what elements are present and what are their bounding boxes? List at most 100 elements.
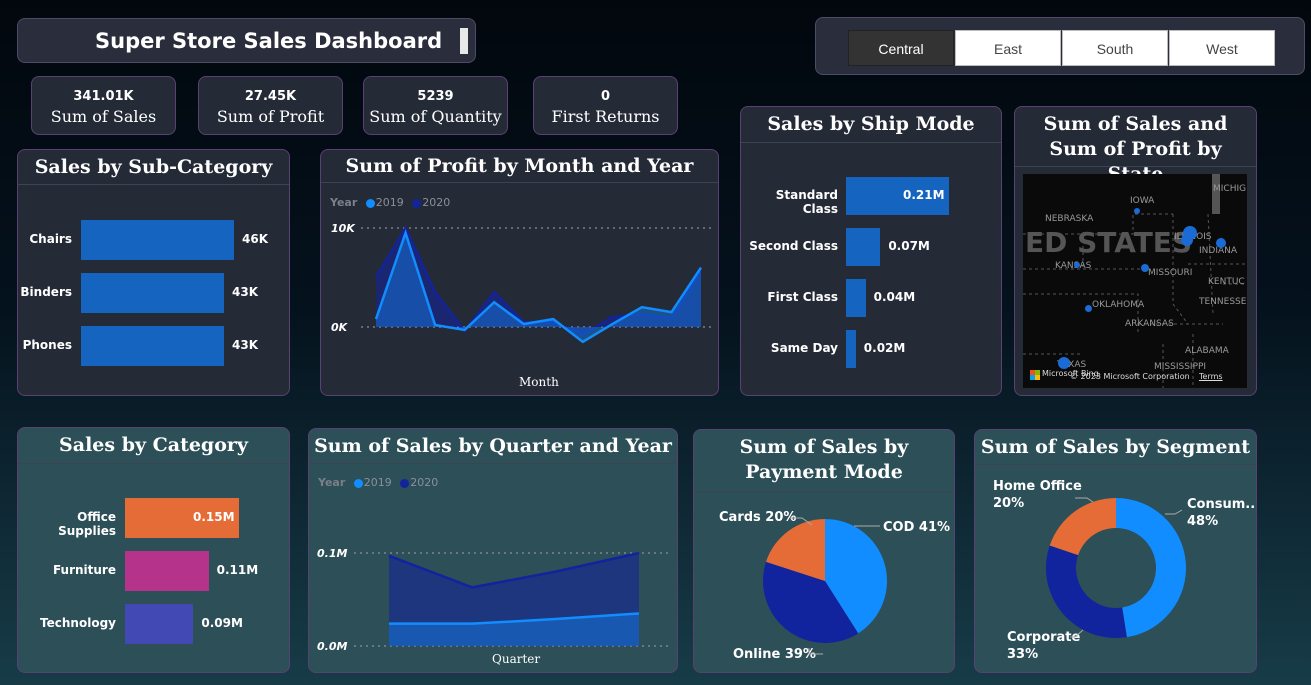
category-panel: Sales by Category Office Supplies 0.15M Fu…: [17, 427, 290, 673]
bar: [125, 551, 209, 591]
slice-homeoffice[interactable]: [1049, 498, 1116, 556]
bar-value-label: 0.15M: [193, 510, 235, 524]
dashboard-title: Super Store Sales Dashboard: [95, 29, 443, 53]
map-state-label: MICHIG: [1213, 184, 1247, 194]
microsoft-logo-icon: [1030, 370, 1040, 380]
slice-label: 20%: [993, 496, 1024, 511]
bar-value-label: 0.04M: [873, 290, 916, 304]
bar-value-label: 0.21M: [903, 188, 945, 202]
x-axis-label: Quarter: [492, 652, 541, 666]
kpi-label: First Returns: [551, 107, 660, 126]
slice-label: 48%: [1187, 514, 1218, 529]
bar: [81, 326, 225, 366]
map-state-label: KENTUC: [1208, 277, 1245, 287]
kpi-value: 27.45K: [244, 89, 297, 104]
slice-label: Cards 20%: [719, 510, 796, 525]
map-bubble[interactable]: [1058, 357, 1070, 369]
bar-value-label: 0.11M: [216, 563, 259, 577]
leader-line: [1165, 509, 1183, 515]
quarter-panel: Sum of Sales by Quarter and Year Year 20…: [308, 428, 678, 673]
region-button-central[interactable]: Central: [848, 30, 954, 66]
map-bubble[interactable]: [1134, 208, 1140, 214]
profit-month-panel: Sum of Profit by Month and Year Year 201…: [320, 149, 719, 396]
slice-consum[interactable]: [1116, 498, 1186, 638]
map-bubble[interactable]: [1074, 262, 1080, 268]
panel-title: Sales by Category: [18, 428, 289, 464]
panel-title: Sales by Sub-Category: [18, 150, 289, 185]
bar-category-label: Binders: [20, 285, 72, 299]
panel-title: Sales by Ship Mode: [741, 107, 1001, 143]
map-bubble[interactable]: [1216, 238, 1226, 248]
title-scrollbar[interactable]: [460, 28, 468, 54]
slice-label: Consum...: [1187, 497, 1257, 512]
kpi-quantity-card: 5239 Sum of Quantity: [363, 76, 508, 135]
slice-label: Home Office: [993, 479, 1082, 494]
y-tick-label: 0K: [331, 321, 349, 334]
bar: [81, 273, 225, 313]
bar-category-label: Furniture: [52, 563, 116, 577]
bar: [81, 220, 234, 260]
bar-category-label: First Class: [767, 290, 838, 304]
kpi-value: 5239: [417, 89, 454, 104]
map-copyright: © 2023 Microsoft Corporation: [1070, 372, 1190, 381]
map-terms-link[interactable]: Terms: [1199, 372, 1223, 381]
region-button-south[interactable]: South: [1062, 30, 1168, 66]
bar: [125, 604, 194, 644]
payment-panel: Sum of Sales by Payment Mode COD 41% Onli…: [693, 429, 955, 673]
bar-category-label: Same Day: [770, 341, 838, 355]
kpi-value: 0: [600, 89, 611, 104]
state-map[interactable]: ED STATES NEBRASKAIOWAKANSASMISSOURIOKLA…: [1023, 174, 1247, 388]
bar-category-label: Second Class: [749, 239, 838, 253]
map-state-label: MISSOURI: [1148, 268, 1193, 278]
state-map-panel: Sum of Sales and Sum of Profit by State …: [1014, 106, 1257, 396]
map-state-label: ARKANSAS: [1125, 319, 1174, 329]
bar-value-label: 46K: [242, 232, 268, 246]
bar-category-label: Chairs: [29, 232, 72, 246]
bar: [846, 228, 881, 266]
kpi-label: Sum of Profit: [216, 107, 325, 126]
bar-value-label: 43K: [232, 338, 259, 352]
y-tick-label: 0.1M: [317, 547, 347, 560]
kpi-sales-card: 341.01K Sum of Sales: [31, 76, 176, 135]
bar-value-label: 0.02M: [863, 341, 906, 355]
bar-value-label: 0.09M: [201, 616, 243, 630]
map-bubble[interactable]: [1085, 305, 1092, 312]
map-state-label: TENNESSEE: [1199, 297, 1247, 307]
kpi-label: Sum of Sales: [50, 107, 157, 126]
slice-label: 33%: [1007, 647, 1038, 662]
kpi-label: Sum of Quantity: [369, 107, 502, 126]
region-slicer: Central East South West: [815, 17, 1305, 75]
map-watermark: ED STATES: [1025, 226, 1192, 259]
region-button-west[interactable]: West: [1169, 30, 1275, 66]
map-bubble[interactable]: [1183, 226, 1197, 240]
kpi-value: 341.01K: [73, 89, 134, 104]
bar: [846, 279, 866, 317]
slice-corporate[interactable]: [1046, 545, 1127, 638]
segment-panel: Sum of Sales by Segment Consum... 48% Corp…: [974, 429, 1257, 673]
x-axis-label: Month: [519, 375, 559, 389]
bar-value-label: 0.07M: [888, 239, 930, 253]
quarter-chart: 0.1M 0.0M: [317, 547, 671, 653]
kpi-profit-card: 27.45K Sum of Profit: [198, 76, 343, 135]
profit-month-chart: 10K 0K: [331, 222, 711, 344]
map-state-label: MISSISSIPPI: [1154, 362, 1207, 372]
panel-title: Sum of Sales and Sum of Profit by State: [1015, 107, 1256, 185]
map-state-label: OKLAHOMA: [1092, 300, 1145, 310]
map-state-label: ALABAMA: [1185, 346, 1229, 356]
map-state-label: IOWA: [1130, 196, 1155, 206]
payment-pie-chart: COD 41% Online 39% Cards 20%: [719, 510, 950, 662]
segment-donut-chart: Consum... 48% Corporate 33% Home Office 20%: [993, 479, 1257, 662]
slice-label: COD 41%: [883, 520, 950, 535]
region-button-east[interactable]: East: [955, 30, 1061, 66]
bar-category-label: Technology: [40, 616, 116, 630]
bar-category-label: Phones: [22, 338, 72, 352]
kpi-returns-card: 0 First Returns: [533, 76, 678, 135]
bar: [846, 330, 856, 368]
map-bubble[interactable]: [1141, 264, 1149, 272]
ship-mode-panel: Sales by Ship Mode Standard Class 0.21M Se…: [740, 106, 1002, 396]
y-tick-label: 10K: [331, 222, 356, 235]
slice-label: Corporate: [1007, 630, 1081, 645]
bar-category-label: Standard Class: [775, 188, 838, 216]
bar-value-label: 43K: [232, 285, 259, 299]
dashboard-title-box: Super Store Sales Dashboard: [17, 18, 476, 63]
